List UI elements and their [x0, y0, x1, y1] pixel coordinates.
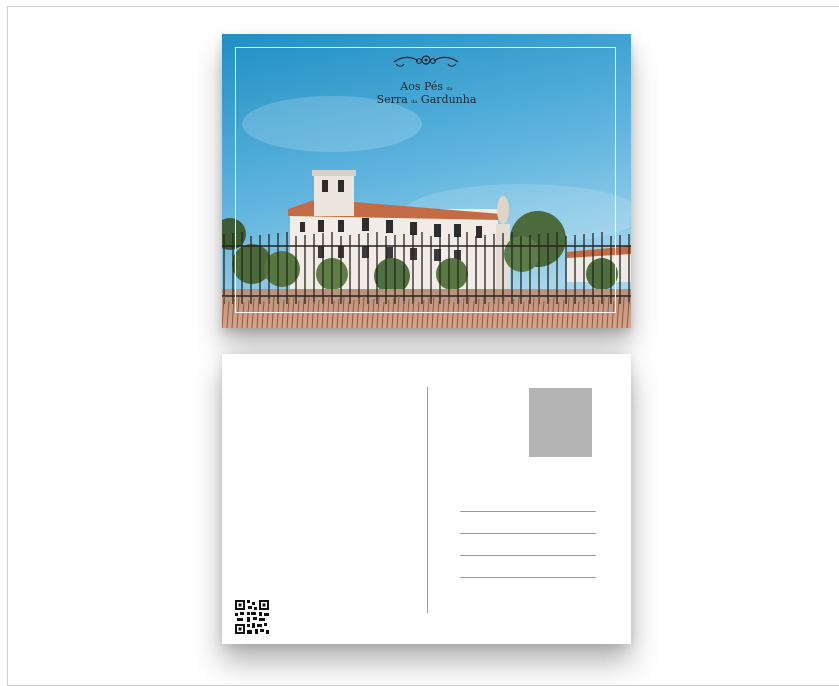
postcard-title-line1: Aos Pés da — [222, 80, 631, 93]
title-serra: Serra — [376, 93, 408, 106]
postcard-photo — [222, 34, 631, 328]
address-line — [460, 511, 596, 512]
address-line — [460, 577, 596, 578]
address-line — [460, 533, 596, 534]
flourish-ornament-icon — [393, 55, 459, 67]
postcard-back — [222, 354, 631, 644]
address-line — [460, 555, 596, 556]
title-small-da-2: da — [411, 99, 418, 105]
title-gardunha: Gardunha — [420, 93, 477, 106]
postcard-front: Aos Pés da Serra da Gardunha — [222, 34, 631, 328]
title-small-da-1: da — [446, 86, 453, 92]
title-aos-pes: Aos Pés — [400, 80, 444, 93]
postcard-center-divider — [427, 387, 428, 613]
postcard-title-line2: Serra da Gardunha — [222, 93, 631, 106]
stamp-placeholder — [529, 388, 592, 457]
qr-code-icon — [235, 600, 269, 634]
